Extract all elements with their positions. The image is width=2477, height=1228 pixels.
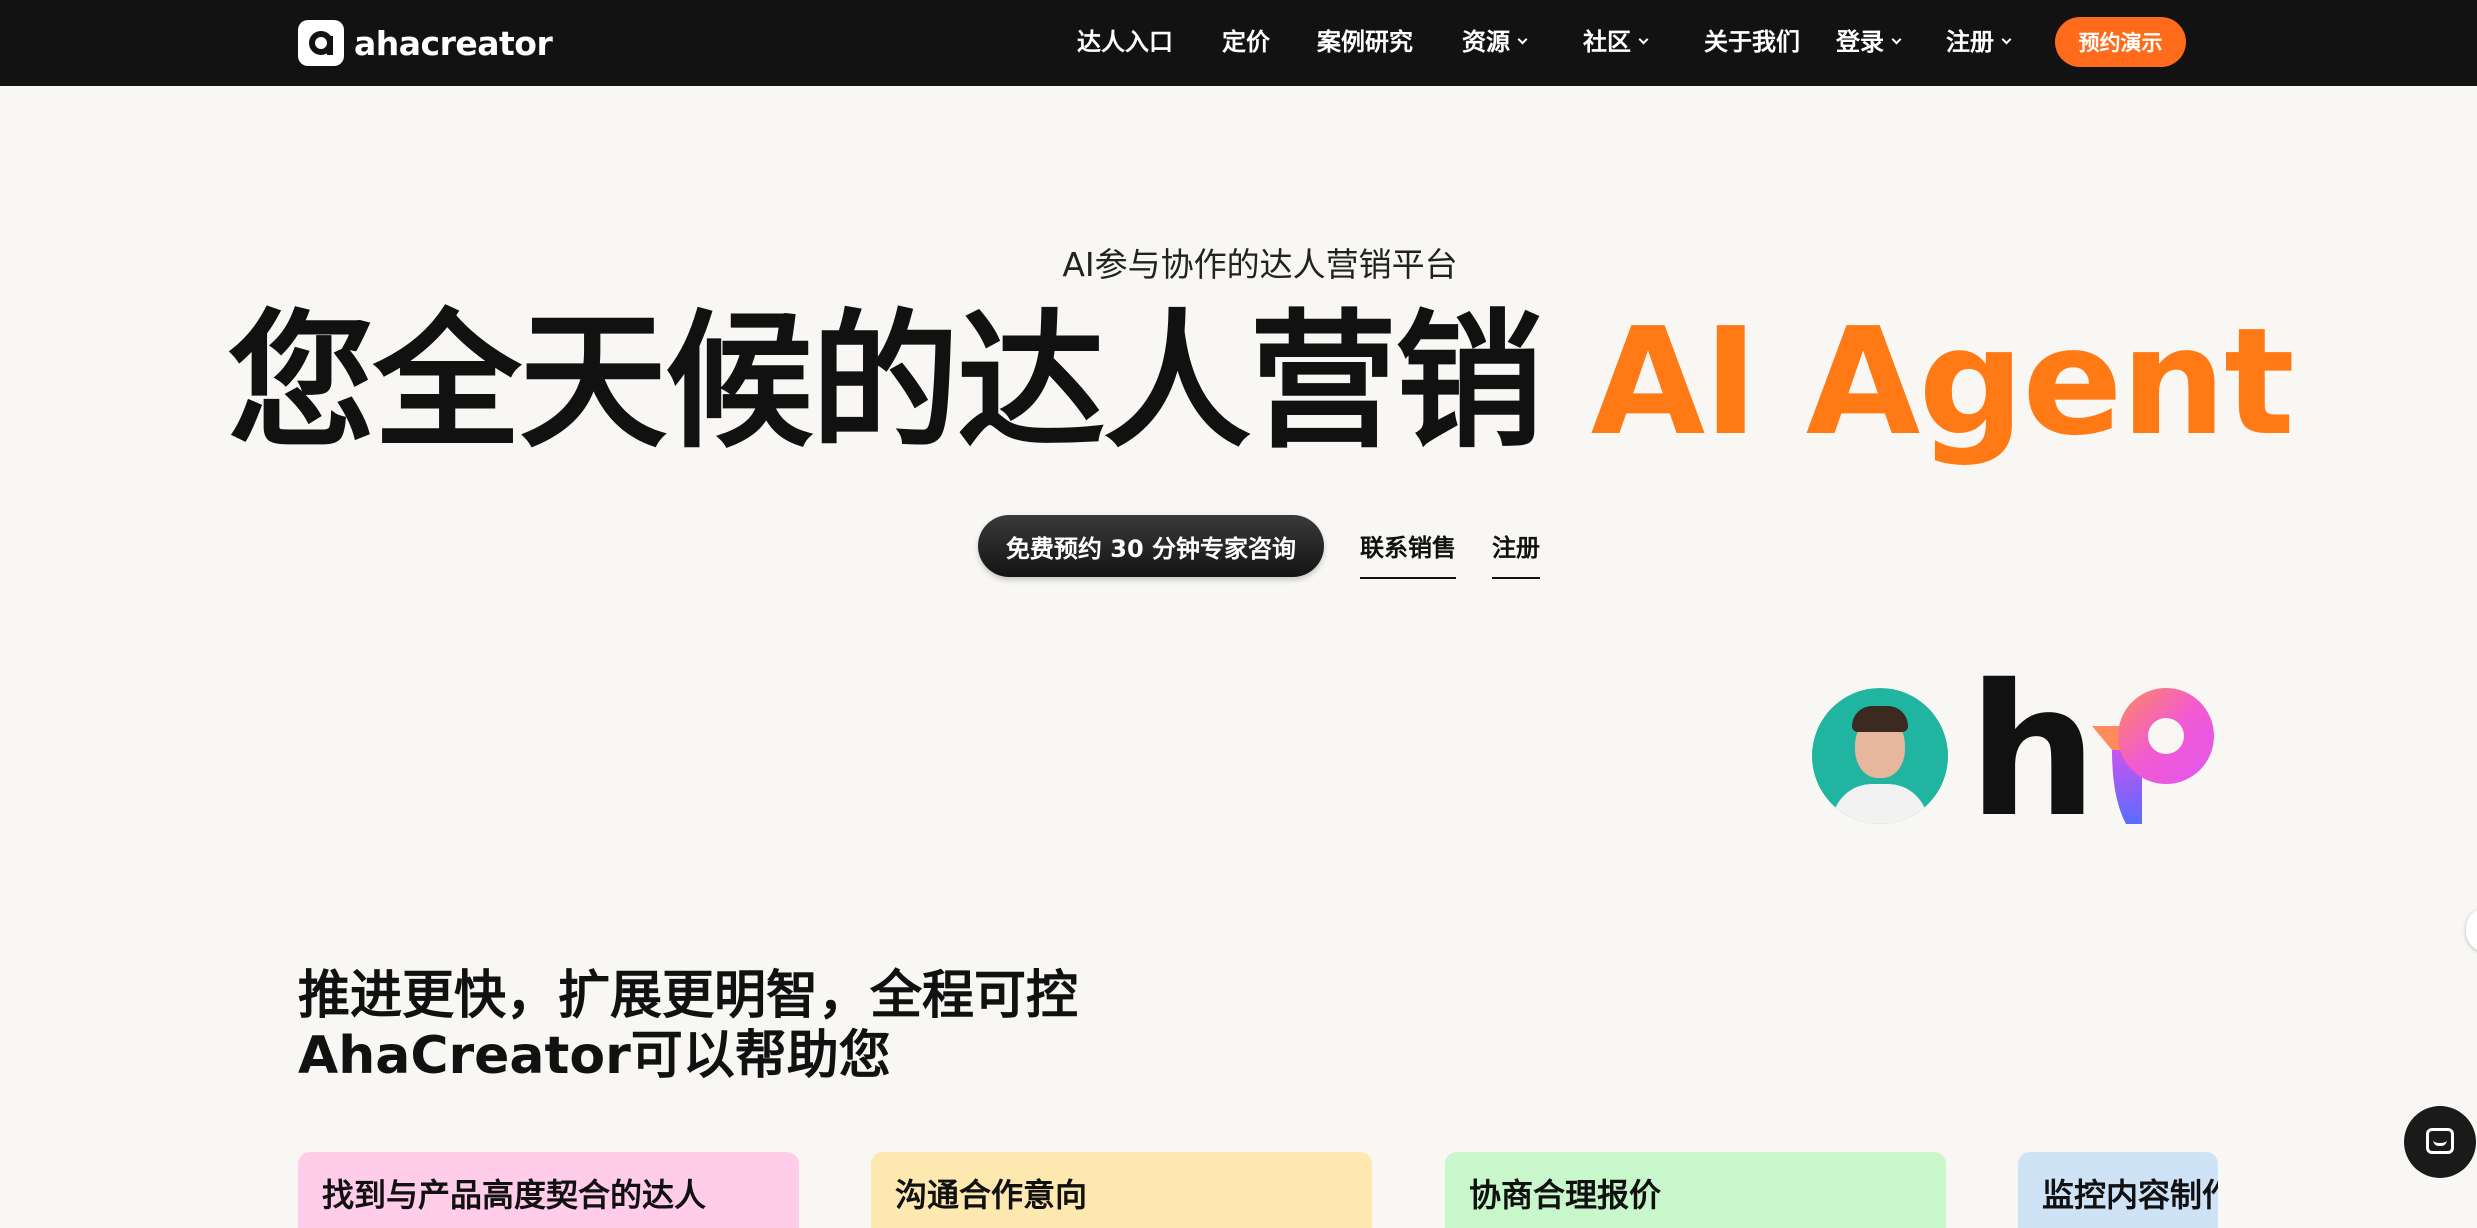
- chevron-down-icon: [2001, 34, 2012, 45]
- hero-title-main: 您全天候的达人营销: [227, 296, 1543, 468]
- nav-item-creator-portal[interactable]: 达人入口: [1077, 22, 1173, 62]
- nav-item-register[interactable]: 注册: [1946, 22, 2012, 62]
- p-brand-logo: [2092, 688, 2214, 824]
- hero-title-accent: AI Agent: [1590, 296, 2295, 468]
- carousel-scroll-handle[interactable]: [2466, 908, 2477, 952]
- section-title: 推进更快，扩展更明智，全程可控 AhaCreator可以帮助您: [298, 966, 1078, 1086]
- feature-card-find-creators[interactable]: 找到与产品高度契合的达人: [298, 1152, 799, 1228]
- nav-item-login[interactable]: 登录: [1836, 22, 1902, 62]
- nav-item-about[interactable]: 关于我们: [1704, 22, 1800, 62]
- nav-item-label: 案例研究: [1317, 28, 1413, 56]
- nav-item-label: 注册: [1946, 28, 1994, 56]
- nav-item-label: 社区: [1583, 28, 1631, 56]
- section-title-line2: AhaCreator可以帮助您: [298, 1026, 891, 1086]
- hero-subtitle: AI参与协作的达人营销平台: [1062, 245, 1458, 284]
- brand-logo[interactable]: ahacreator: [298, 20, 553, 66]
- contact-sales-link[interactable]: 联系销售: [1360, 528, 1456, 579]
- nav-item-label: 资源: [1462, 28, 1510, 56]
- hero-title: 您全天候的达人营销 AI Agent: [0, 292, 2477, 472]
- nav-item-community[interactable]: 社区: [1583, 22, 1649, 62]
- feature-card-negotiate[interactable]: 协商合理报价: [1445, 1152, 1946, 1228]
- customer-avatar: [1812, 688, 1948, 824]
- nav-item-label: 达人入口: [1077, 28, 1173, 56]
- chat-button[interactable]: [2404, 1106, 2476, 1178]
- chevron-down-icon: [1517, 34, 1528, 45]
- nav-item-label: 定价: [1222, 28, 1270, 56]
- register-link[interactable]: 注册: [1492, 528, 1540, 579]
- top-nav: ahacreator 达人入口 定价 案例研究 资源 社区 关于我们 登录 注册…: [0, 0, 2477, 86]
- chevron-down-icon: [1891, 34, 1902, 45]
- feature-card-monitor[interactable]: 监控内容制作: [2018, 1152, 2218, 1228]
- free-consultation-button[interactable]: 免费预约 30 分钟专家咨询: [978, 515, 1324, 577]
- section-title-line1: 推进更快，扩展更明智，全程可控: [298, 966, 1079, 1026]
- nav-item-label: 关于我们: [1704, 28, 1800, 56]
- chevron-down-icon: [1638, 34, 1649, 45]
- nav-item-resources[interactable]: 资源: [1462, 22, 1528, 62]
- nav-item-pricing[interactable]: 定价: [1222, 22, 1270, 62]
- h-letter-logo: h: [1968, 645, 2098, 857]
- nav-item-label: 登录: [1836, 28, 1884, 56]
- book-demo-button[interactable]: 预约演示: [2055, 17, 2186, 67]
- feature-card-outreach[interactable]: 沟通合作意向: [871, 1152, 1372, 1228]
- nav-item-case-studies[interactable]: 案例研究: [1317, 22, 1413, 62]
- logo-text: ahacreator: [354, 23, 553, 63]
- logo-icon: [298, 20, 344, 66]
